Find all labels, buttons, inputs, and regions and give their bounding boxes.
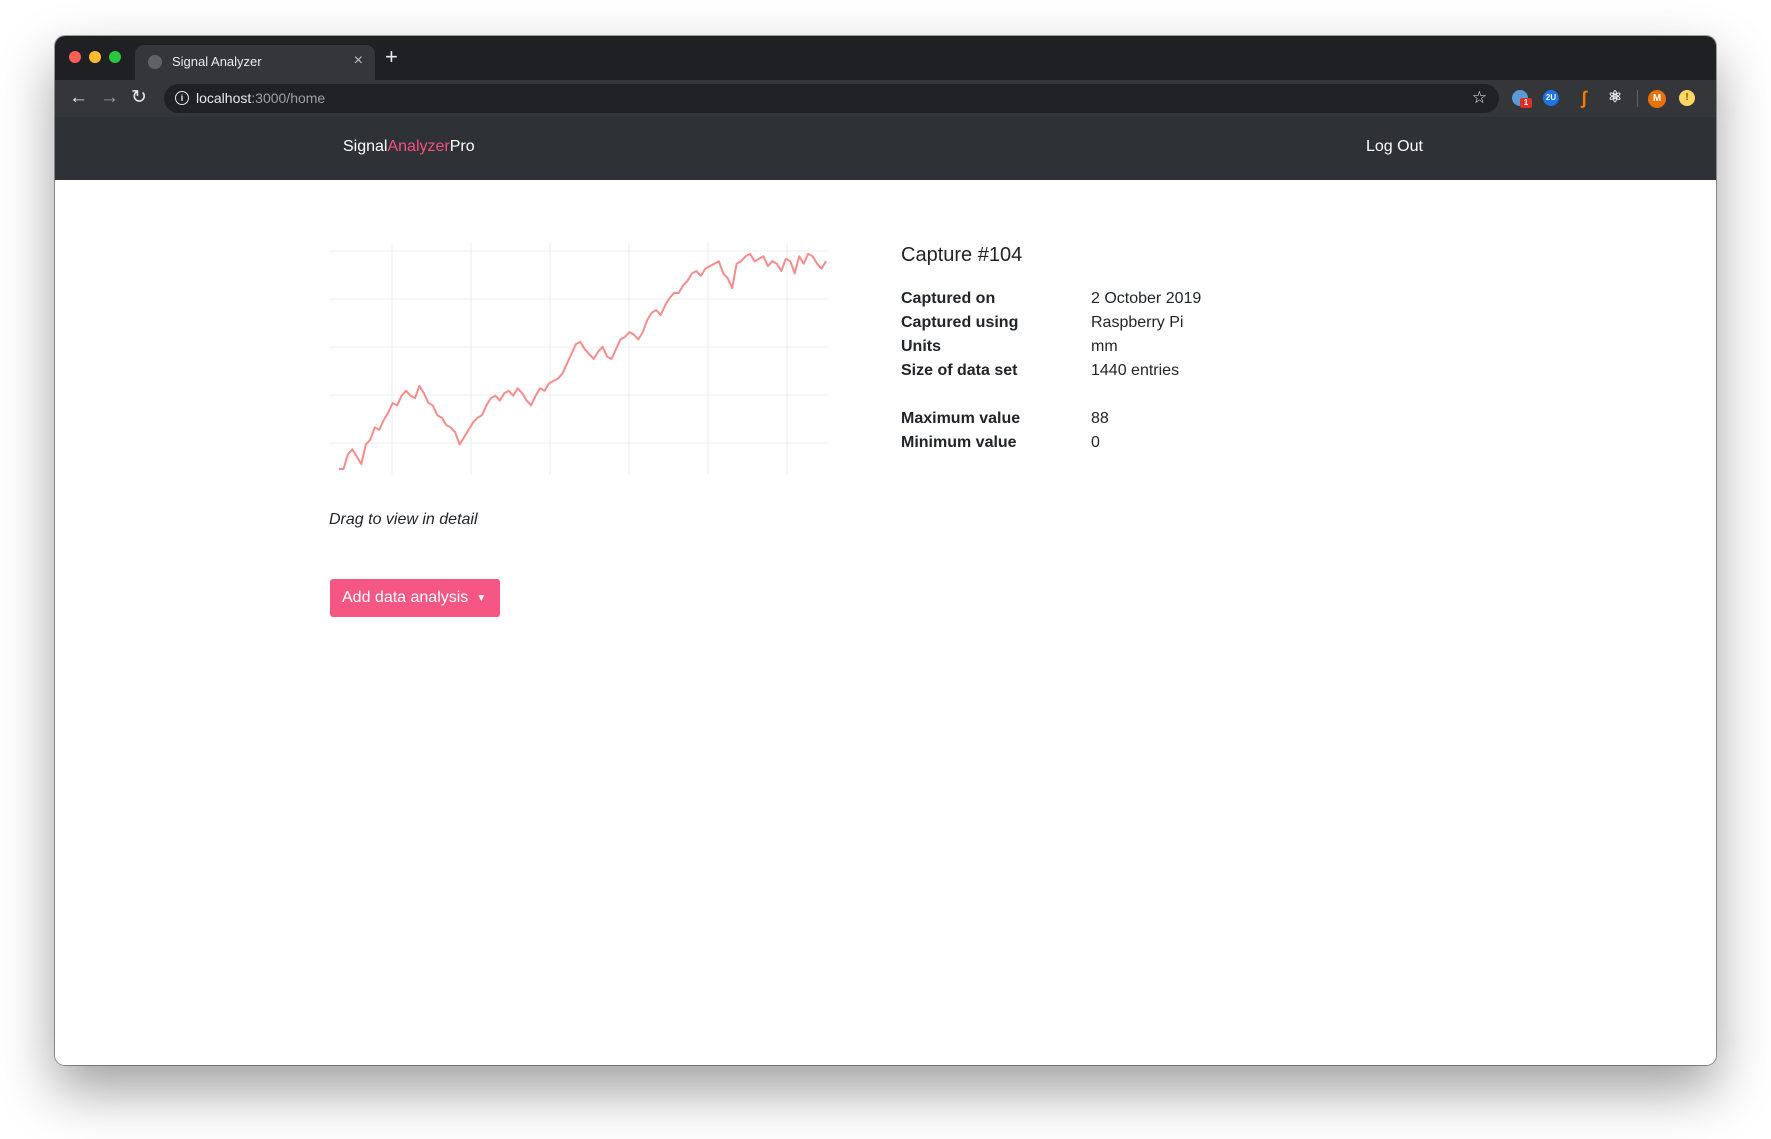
info-icon[interactable]: i <box>175 91 189 105</box>
stat-value: 88 <box>1091 410 1109 427</box>
bookmark-star-icon[interactable]: ☆ <box>1472 88 1487 108</box>
logout-link[interactable]: Log Out <box>1366 138 1423 156</box>
browser-window: Signal Analyzer × + ← → ↻ i localhost:30… <box>55 36 1716 1065</box>
minimize-window-button[interactable] <box>89 51 101 63</box>
browser-tab[interactable]: Signal Analyzer × <box>135 45 375 80</box>
detail-label: Size of data set <box>901 362 1018 379</box>
reload-icon[interactable]: ↻ <box>131 86 147 110</box>
capture-title: Capture #104 <box>901 244 1023 266</box>
extension-globe-icon[interactable]: 1 <box>1512 90 1532 108</box>
profile-avatar[interactable]: M <box>1648 90 1666 108</box>
detail-label: Captured using <box>901 314 1019 331</box>
stat-label: Minimum value <box>901 434 1017 451</box>
extension-yellow-icon[interactable]: ! <box>1679 90 1695 106</box>
extension-hook-icon[interactable]: ʃ <box>1576 89 1592 107</box>
react-devtools-icon[interactable]: ⚛ <box>1607 90 1623 106</box>
maximize-window-button[interactable] <box>109 51 121 63</box>
globe-icon <box>148 55 162 69</box>
add-data-analysis-button[interactable]: Add data analysis ▼ <box>330 579 500 617</box>
browser-toolbar: ← → ↻ i localhost:3000/home ☆ 1 2U ʃ ⚛ M… <box>55 80 1716 117</box>
toolbar-divider <box>1637 90 1638 107</box>
brand-text-analyzer: Analyzer <box>387 138 450 155</box>
detail-value: mm <box>1091 338 1118 355</box>
chart-drag-hint: Drag to view in detail <box>329 511 478 528</box>
brand-text-signal: Signal <box>343 138 388 155</box>
detail-label: Captured on <box>901 290 996 307</box>
tab-title: Signal Analyzer <box>172 54 262 69</box>
close-window-button[interactable] <box>69 51 81 63</box>
back-arrow-icon[interactable]: ← <box>69 86 88 110</box>
add-data-analysis-label: Add data analysis <box>342 589 469 606</box>
signal-chart[interactable] <box>329 243 829 475</box>
caret-down-icon: ▼ <box>476 593 487 604</box>
address-bar[interactable]: i localhost:3000/home ☆ <box>164 84 1499 113</box>
extension-2u-icon[interactable]: 2U <box>1543 90 1559 106</box>
chart-series <box>339 252 827 470</box>
stat-value: 0 <box>1091 434 1100 451</box>
close-icon[interactable]: × <box>354 52 363 70</box>
new-tab-button[interactable]: + <box>385 45 398 69</box>
url-host: localhost <box>196 90 252 106</box>
chart-grid <box>329 243 829 475</box>
url-text[interactable]: localhost:3000/home <box>196 90 325 106</box>
capture-details: Capture #104 Captured on 2 October 2019 C… <box>901 244 1201 451</box>
app-navbar: SignalAnalyzerPro Log Out <box>55 117 1716 180</box>
forward-arrow-icon[interactable]: → <box>100 86 119 110</box>
tab-strip: Signal Analyzer × + <box>55 36 1716 80</box>
detail-value: 2 October 2019 <box>1091 290 1202 307</box>
detail-value: 1440 entries <box>1091 362 1180 379</box>
stat-label: Maximum value <box>901 410 1021 427</box>
url-path: :3000/home <box>251 90 326 106</box>
detail-label: Units <box>901 338 941 355</box>
brand-text-pro: Pro <box>449 138 475 155</box>
brand-logo[interactable]: SignalAnalyzerPro <box>343 138 475 156</box>
signal-series-line <box>339 252 827 470</box>
main-content: Drag to view in detail Add data analysis… <box>55 180 1716 1065</box>
detail-value: Raspberry Pi <box>1091 314 1184 331</box>
extension-badge: 1 <box>1520 98 1532 108</box>
